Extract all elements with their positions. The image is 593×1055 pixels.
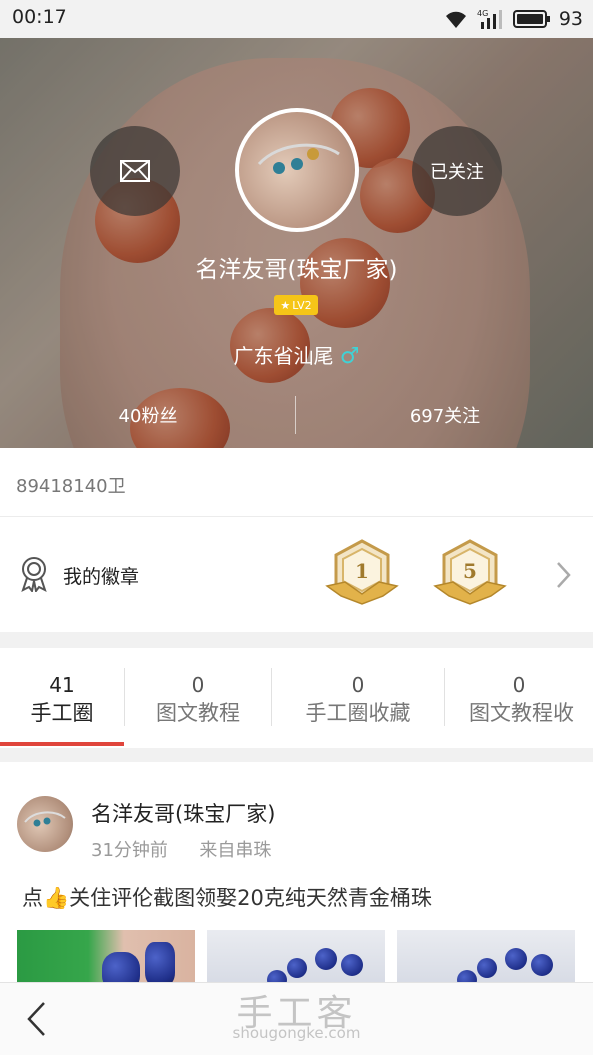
tab-count: 41 [49,673,75,697]
status-time: 00:17 [12,6,67,28]
location-text: 广东省汕尾 [233,344,334,368]
lapis-bead [505,948,527,970]
medal-number: 1 [355,559,369,583]
signal-icon: 4G [477,9,502,29]
fans-text: 40粉丝 [118,406,178,427]
lapis-bead [341,954,363,976]
badges-label: 我的徽章 [63,566,140,588]
message-button[interactable] [90,126,180,216]
tab-count: 0 [512,673,526,697]
follow-button[interactable]: 已关注 [412,126,502,216]
network-type: 4G [477,9,488,18]
battery-icon [512,10,550,28]
post-text[interactable]: 点👍关住评伦截图领娶20克纯天然青金桶珠 [22,882,432,912]
medal-icon[interactable]: 1 [325,538,399,610]
level-badge: ★ LV2 [274,295,318,315]
post-author-name[interactable]: 名洋友哥(珠宝厂家) [91,798,275,828]
post-meta: 31分钟前 来自串珠 [91,836,271,862]
bracelet-image [24,811,66,827]
post-image[interactable] [207,930,385,984]
following-text: 697关注 [409,406,481,427]
gender-male-icon: ♂ [339,344,360,369]
profile-avatar[interactable] [235,108,359,232]
tab-tutorial-favorites[interactable]: 0 图文教程收 [445,672,593,728]
status-icons: 4G 93 [443,5,583,33]
bracelet-image [257,143,340,174]
tab-circle-favorites[interactable]: 0 手工圈收藏 [272,672,444,728]
profile-location: 广东省汕尾 ♂ [0,340,593,369]
lapis-bead [477,958,497,978]
active-tab-indicator [0,742,124,746]
lapis-bead [531,954,553,976]
level-text: LV2 [292,298,312,312]
tab-label: 手工圈 [30,701,94,725]
post-text-prefix: 点 [22,886,43,910]
section-gap [0,632,593,648]
stats-divider [295,396,296,434]
tab-count: 0 [351,673,365,697]
lapis-bead [315,948,337,970]
follow-button-label: 已关注 [430,162,484,183]
wifi-icon [445,11,466,28]
user-id: 89418140卫 [16,476,126,497]
tab-label: 手工圈收藏 [305,701,411,725]
profile-name: 名洋友哥(珠宝厂家) [195,257,398,283]
medal-icon[interactable]: 5 [433,538,507,610]
tab-image-tutorials[interactable]: 0 图文教程 [125,672,271,728]
header-shade [0,38,593,448]
divider [0,516,593,517]
chevron-right-icon[interactable] [553,560,573,590]
profile-header: 已关注 名洋友哥(珠宝厂家) ★ LV2 广东省汕尾 ♂ 40粉丝 697关注 [0,38,593,448]
medal-number: 5 [463,559,477,583]
lapis-bead [145,942,175,984]
post-time: 31分钟前 [91,840,168,861]
post-text-body: 关住评伦截图领娶20克纯天然青金桶珠 [69,886,432,910]
mail-icon [120,160,150,182]
battery-level: 93 [558,8,583,30]
lapis-bead [102,952,140,984]
post-image[interactable] [397,930,575,984]
tab-label: 图文教程收 [469,701,574,725]
tab-handicraft-circle[interactable]: 41 手工圈 [0,672,124,728]
star-icon: ★ [280,298,291,312]
following-count[interactable]: 697关注 [297,402,593,428]
post-image[interactable] [17,930,195,984]
award-ribbon-icon [21,557,47,592]
section-gap [0,748,593,762]
post-source[interactable]: 来自串珠 [199,840,271,861]
fans-count[interactable]: 40粉丝 [0,402,296,428]
thumbs-up-icon: 👍 [43,886,70,910]
tab-count: 0 [191,673,205,697]
post-author-avatar[interactable] [17,796,73,852]
watermark-url: shougongke.com [232,1024,361,1042]
tab-label: 图文教程 [156,701,240,725]
lapis-bead [287,958,307,978]
